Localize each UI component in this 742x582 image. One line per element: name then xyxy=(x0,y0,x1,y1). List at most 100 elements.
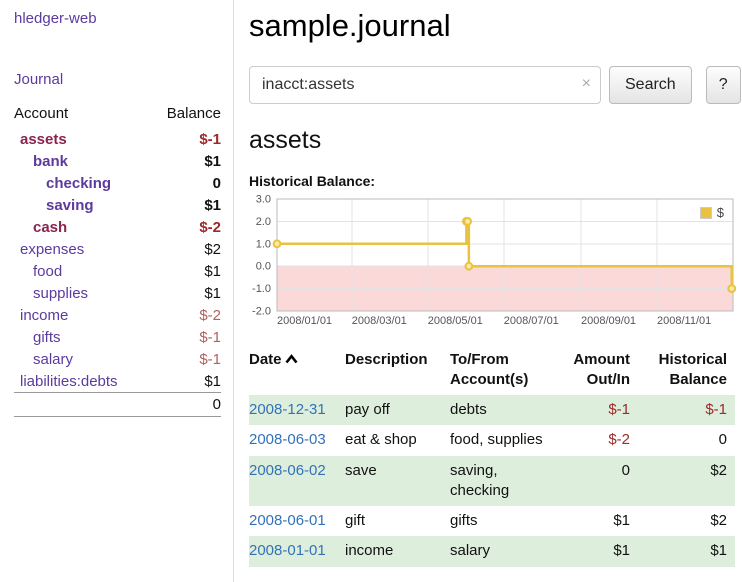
account-row: checking0 xyxy=(14,172,221,194)
chart-title: Historical Balance: xyxy=(249,173,741,189)
account-link-income[interactable]: income xyxy=(20,307,68,324)
register-row: 2008-06-02savesaving, checking0$2 xyxy=(249,456,735,507)
chart-legend: $ xyxy=(697,204,727,221)
register-date-link[interactable]: 2008-06-01 xyxy=(249,512,326,529)
account-balance: $-2 xyxy=(150,216,221,238)
search-input[interactable] xyxy=(249,66,601,104)
account-row: cash $-2 xyxy=(14,216,221,238)
accounts-column-header-balance: Balance xyxy=(150,102,221,128)
legend-label: $ xyxy=(717,205,724,220)
account-row: saving $1 xyxy=(14,194,221,216)
register-row: 2008-01-01incomesalary$1$1 xyxy=(249,536,735,566)
sidebar-item-journal[interactable]: Journal xyxy=(14,71,221,88)
register-date-cell: 2008-06-03 xyxy=(249,425,345,455)
accounts-table-body: assets$-1bank$1checking0saving$1cash$-2e… xyxy=(14,128,221,393)
svg-text:2.0: 2.0 xyxy=(256,216,271,228)
column-header-balance: Historical Balance xyxy=(638,348,735,395)
register-date-link[interactable]: 2008-12-31 xyxy=(249,401,326,418)
description-header-label: Description xyxy=(345,351,428,368)
svg-text:2008/11/01: 2008/11/01 xyxy=(657,315,711,327)
register-date-link[interactable]: 2008-01-01 xyxy=(249,542,326,559)
register-date-cell: 2008-06-01 xyxy=(249,506,345,536)
historical-balance-chart: 3.02.01.00.0-1.0-2.02008/01/012008/03/01… xyxy=(249,195,737,332)
svg-text:2008/01/01: 2008/01/01 xyxy=(277,315,332,327)
svg-text:1.0: 1.0 xyxy=(256,238,271,250)
balance-header-line1: Historical xyxy=(638,350,727,370)
register-description: gift xyxy=(345,506,450,536)
account-row: assets$-1 xyxy=(14,128,221,150)
accounts-total-balance: 0 xyxy=(150,393,221,417)
register-amount: $1 xyxy=(556,506,638,536)
account-link-supplies[interactable]: supplies xyxy=(33,285,88,302)
amount-header-line1: Amount xyxy=(556,350,630,370)
page-title: sample.journal xyxy=(249,8,741,44)
register-balance: $-1 xyxy=(638,395,735,425)
register-date-cell: 2008-06-02 xyxy=(249,456,345,507)
search-box: × xyxy=(249,66,601,104)
account-row: food $1 xyxy=(14,260,221,282)
register-table: Date Description To/From Account(s) Amou… xyxy=(249,348,735,567)
account-link-saving[interactable]: saving xyxy=(46,197,94,214)
register-date-link[interactable]: 2008-06-03 xyxy=(249,431,326,448)
column-header-amount: Amount Out/In xyxy=(556,348,638,395)
accounts-total-row: 0 xyxy=(14,393,221,417)
register-amount: $-2 xyxy=(556,425,638,455)
register-accounts: salary xyxy=(450,536,556,566)
account-link-gifts[interactable]: gifts xyxy=(33,329,61,346)
svg-text:2008/07/01: 2008/07/01 xyxy=(504,315,559,327)
account-link-food[interactable]: food xyxy=(33,263,62,280)
account-balance: $1 xyxy=(150,282,221,304)
account-link-expenses[interactable]: expenses xyxy=(20,241,84,258)
accounts-column-header-account: Account xyxy=(14,102,150,128)
chart-plot-area: 3.02.01.00.0-1.0-2.02008/01/012008/03/01… xyxy=(249,195,737,332)
account-balance: $1 xyxy=(150,194,221,216)
accounts-header-line2: Account(s) xyxy=(450,370,548,390)
account-balance: $-1 xyxy=(150,326,221,348)
register-table-body: 2008-12-31pay offdebts$-1$-12008-06-03ea… xyxy=(249,395,735,567)
account-balance: $1 xyxy=(150,370,221,393)
account-balance: $1 xyxy=(150,260,221,282)
register-row: 2008-06-01giftgifts$1$2 xyxy=(249,506,735,536)
register-amount: $1 xyxy=(556,536,638,566)
column-header-description: Description xyxy=(345,348,450,395)
svg-text:2008/09/01: 2008/09/01 xyxy=(581,315,636,327)
register-date-link[interactable]: 2008-06-02 xyxy=(249,462,326,479)
balance-header-line2: Balance xyxy=(638,370,727,390)
account-row: bank$1 xyxy=(14,150,221,172)
column-header-accounts: To/From Account(s) xyxy=(450,348,556,395)
account-balance: $2 xyxy=(150,238,221,260)
register-balance: 0 xyxy=(638,425,735,455)
accounts-header-line1: To/From xyxy=(450,350,548,370)
account-link-cash[interactable]: cash xyxy=(33,219,67,236)
sort-ascending-icon xyxy=(285,354,298,364)
svg-text:3.0: 3.0 xyxy=(256,195,271,206)
clear-search-icon[interactable]: × xyxy=(582,75,591,93)
search-button[interactable]: Search xyxy=(609,66,692,104)
account-link-checking[interactable]: checking xyxy=(46,175,111,192)
account-row: salary$-1 xyxy=(14,348,221,370)
account-link-salary[interactable]: salary xyxy=(33,351,73,368)
account-row: expenses $2 xyxy=(14,238,221,260)
account-link-liabilities-debts[interactable]: liabilities:debts xyxy=(20,373,118,390)
register-description: pay off xyxy=(345,395,450,425)
register-balance: $2 xyxy=(638,456,735,507)
register-accounts: food, supplies xyxy=(450,425,556,455)
accounts-table: Account Balance assets$-1bank$1checking0… xyxy=(14,102,221,417)
amount-header-line2: Out/In xyxy=(556,370,630,390)
register-date-cell: 2008-01-01 xyxy=(249,536,345,566)
account-row: supplies $1 xyxy=(14,282,221,304)
svg-text:2008/03/01: 2008/03/01 xyxy=(352,315,407,327)
hledger-web-app: hledger-web Journal Account Balance asse… xyxy=(0,0,742,582)
register-row: 2008-12-31pay offdebts$-1$-1 xyxy=(249,395,735,425)
register-date-cell: 2008-12-31 xyxy=(249,395,345,425)
sidebar: hledger-web Journal Account Balance asse… xyxy=(0,0,234,582)
register-description: eat & shop xyxy=(345,425,450,455)
register-accounts: gifts xyxy=(450,506,556,536)
account-heading: assets xyxy=(249,126,741,155)
help-button[interactable]: ? xyxy=(706,66,741,104)
register-accounts: saving, checking xyxy=(450,456,556,507)
app-title-link[interactable]: hledger-web xyxy=(14,10,221,27)
account-link-assets[interactable]: assets xyxy=(20,131,67,148)
account-link-bank[interactable]: bank xyxy=(33,153,68,170)
column-header-date[interactable]: Date xyxy=(249,348,345,395)
